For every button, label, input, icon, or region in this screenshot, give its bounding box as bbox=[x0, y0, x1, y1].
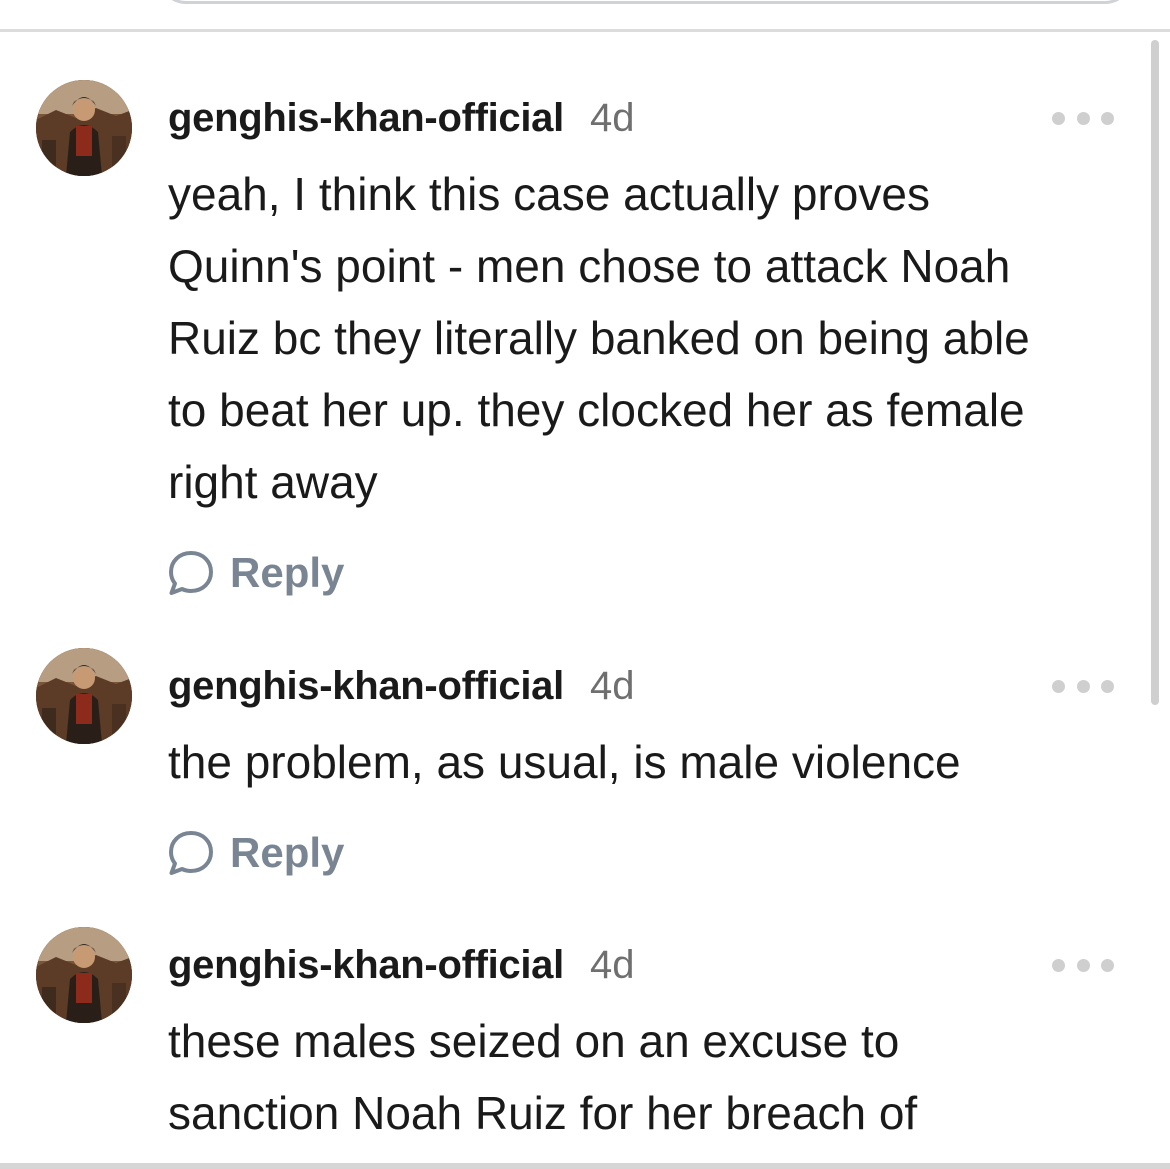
username[interactable]: genghis-khan-official bbox=[168, 96, 564, 141]
comment-item: genghis-khan-official 4d yeah, I think t… bbox=[0, 80, 1140, 620]
avatar-image bbox=[36, 648, 132, 744]
comment-header: genghis-khan-official 4d bbox=[168, 943, 634, 993]
avatar[interactable] bbox=[36, 927, 132, 1023]
dot-icon bbox=[1052, 958, 1065, 972]
dot-icon bbox=[1101, 679, 1114, 693]
dot-icon bbox=[1101, 111, 1114, 125]
dot-icon bbox=[1052, 111, 1065, 125]
reply-bubble-icon bbox=[169, 551, 213, 595]
comment-text: yeah, I think this case actually proves … bbox=[168, 168, 1030, 508]
dot-icon bbox=[1076, 111, 1090, 125]
reply-button[interactable]: Reply bbox=[166, 548, 344, 598]
avatar-image bbox=[36, 927, 132, 1023]
divider bbox=[0, 29, 1170, 32]
more-options-icon[interactable] bbox=[1052, 108, 1114, 128]
bottom-edge bbox=[0, 1163, 1170, 1169]
comment-text: the problem, as usual, is male violence bbox=[168, 736, 961, 788]
timestamp: 4d bbox=[589, 943, 635, 987]
comment-item: genghis-khan-official 4d these males sei… bbox=[0, 927, 1140, 1163]
timestamp: 4d bbox=[589, 96, 635, 140]
timestamp: 4d bbox=[589, 664, 635, 708]
comment-input-edge[interactable] bbox=[158, 0, 1133, 4]
comment-header: genghis-khan-official 4d bbox=[168, 664, 634, 714]
comment-item: genghis-khan-official 4d the problem, as… bbox=[0, 648, 1140, 908]
dot-icon bbox=[1052, 679, 1065, 693]
reply-label: Reply bbox=[230, 549, 345, 596]
comment-text: these males seized on an excuse to sanct… bbox=[168, 1015, 918, 1139]
scrollbar[interactable] bbox=[1151, 40, 1159, 705]
comment-header: genghis-khan-official 4d bbox=[168, 96, 634, 146]
more-options-icon[interactable] bbox=[1052, 676, 1114, 696]
dot-icon bbox=[1076, 958, 1090, 972]
avatar-image bbox=[36, 80, 132, 176]
username[interactable]: genghis-khan-official bbox=[168, 943, 564, 988]
more-options-icon[interactable] bbox=[1052, 955, 1114, 975]
reply-button[interactable]: Reply bbox=[166, 828, 344, 878]
username[interactable]: genghis-khan-official bbox=[168, 664, 564, 709]
reply-bubble-icon bbox=[169, 831, 213, 875]
reply-label: Reply bbox=[230, 829, 345, 876]
avatar[interactable] bbox=[36, 80, 132, 176]
avatar[interactable] bbox=[36, 648, 132, 744]
dot-icon bbox=[1076, 679, 1090, 693]
dot-icon bbox=[1101, 958, 1114, 972]
